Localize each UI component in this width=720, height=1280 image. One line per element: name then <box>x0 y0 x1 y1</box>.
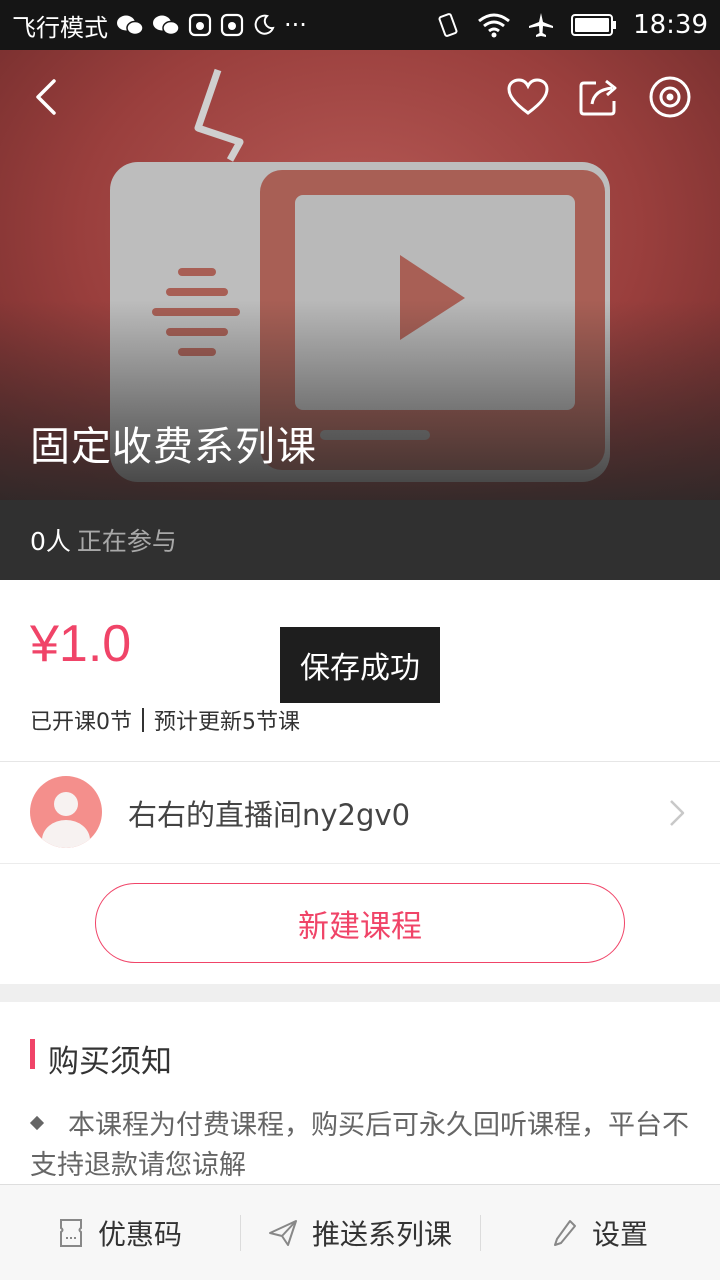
tab-label: 优惠码 <box>97 1217 182 1251</box>
planned-lessons: 预计更新5节课 <box>154 710 300 735</box>
wechat-icon <box>116 14 144 36</box>
accent-bar <box>30 1039 35 1069</box>
carrier-label: 飞行模式 <box>12 13 108 42</box>
avatar <box>30 776 102 848</box>
notice-text: 本课程为付费课程，购买后可永久回听课程，平台不支持退款请您谅解 <box>30 1110 689 1181</box>
divider <box>142 708 144 732</box>
lesson-info: 已开课0节 预计更新5节课 <box>30 704 300 736</box>
participants-bar: 0人 正在参与 <box>0 500 720 580</box>
course-title: 固定收费系列课 <box>30 424 317 470</box>
record-icon <box>649 76 691 118</box>
app-icon <box>188 13 212 37</box>
opened-lessons: 已开课0节 <box>30 710 132 735</box>
course-cover: 固定收费系列课 <box>0 50 720 500</box>
tab-coupon[interactable]: 优惠码 <box>0 1185 240 1280</box>
airplane-icon <box>527 11 555 39</box>
back-button[interactable] <box>22 72 72 122</box>
notice-title: 购买须知 <box>48 1044 172 1080</box>
moon-icon <box>252 13 276 37</box>
save-success-toast: 保存成功 <box>280 627 440 703</box>
pencil-icon <box>553 1219 576 1246</box>
vibrate-icon <box>435 12 461 38</box>
course-price: ¥1.0 <box>30 615 132 673</box>
battery-icon <box>571 13 617 37</box>
host-row[interactable]: 右右的直播间ny2gv0 <box>0 762 720 864</box>
app-icon <box>220 13 244 37</box>
bottom-tab-bar: 优惠码 推送系列课 设置 <box>0 1184 720 1280</box>
heart-icon <box>507 78 549 115</box>
host-name: 右右的直播间ny2gv0 <box>128 798 411 832</box>
wifi-icon <box>477 12 511 38</box>
tab-label: 设置 <box>591 1217 648 1251</box>
participant-label: 正在参与 <box>76 527 177 556</box>
more-notifications: ··· <box>284 11 307 39</box>
section-divider <box>0 984 720 1002</box>
coupon-icon <box>59 1218 82 1247</box>
tab-push-series[interactable]: 推送系列课 <box>240 1185 480 1280</box>
record-button[interactable] <box>645 72 695 122</box>
action-area: 新建课程 <box>0 864 720 984</box>
chevron-left-icon <box>36 79 56 115</box>
send-icon <box>268 1219 297 1246</box>
tab-label: 推送系列课 <box>311 1217 452 1251</box>
share-icon <box>579 79 617 116</box>
chevron-right-icon <box>670 800 685 826</box>
favorite-button[interactable] <box>503 72 553 122</box>
share-button[interactable] <box>574 72 624 122</box>
wechat-icon <box>152 14 180 36</box>
clock: 18:39 <box>633 10 708 40</box>
status-bar: 飞行模式 ··· 18:39 <box>0 0 720 50</box>
participant-count: 0人 <box>30 527 71 556</box>
tab-settings[interactable]: 设置 <box>480 1185 720 1280</box>
new-course-button[interactable]: 新建课程 <box>95 883 625 963</box>
purchase-notice: 购买须知 本课程为付费课程，购买后可永久回听课程，平台不支持退款请您谅解 <box>0 1002 720 1184</box>
